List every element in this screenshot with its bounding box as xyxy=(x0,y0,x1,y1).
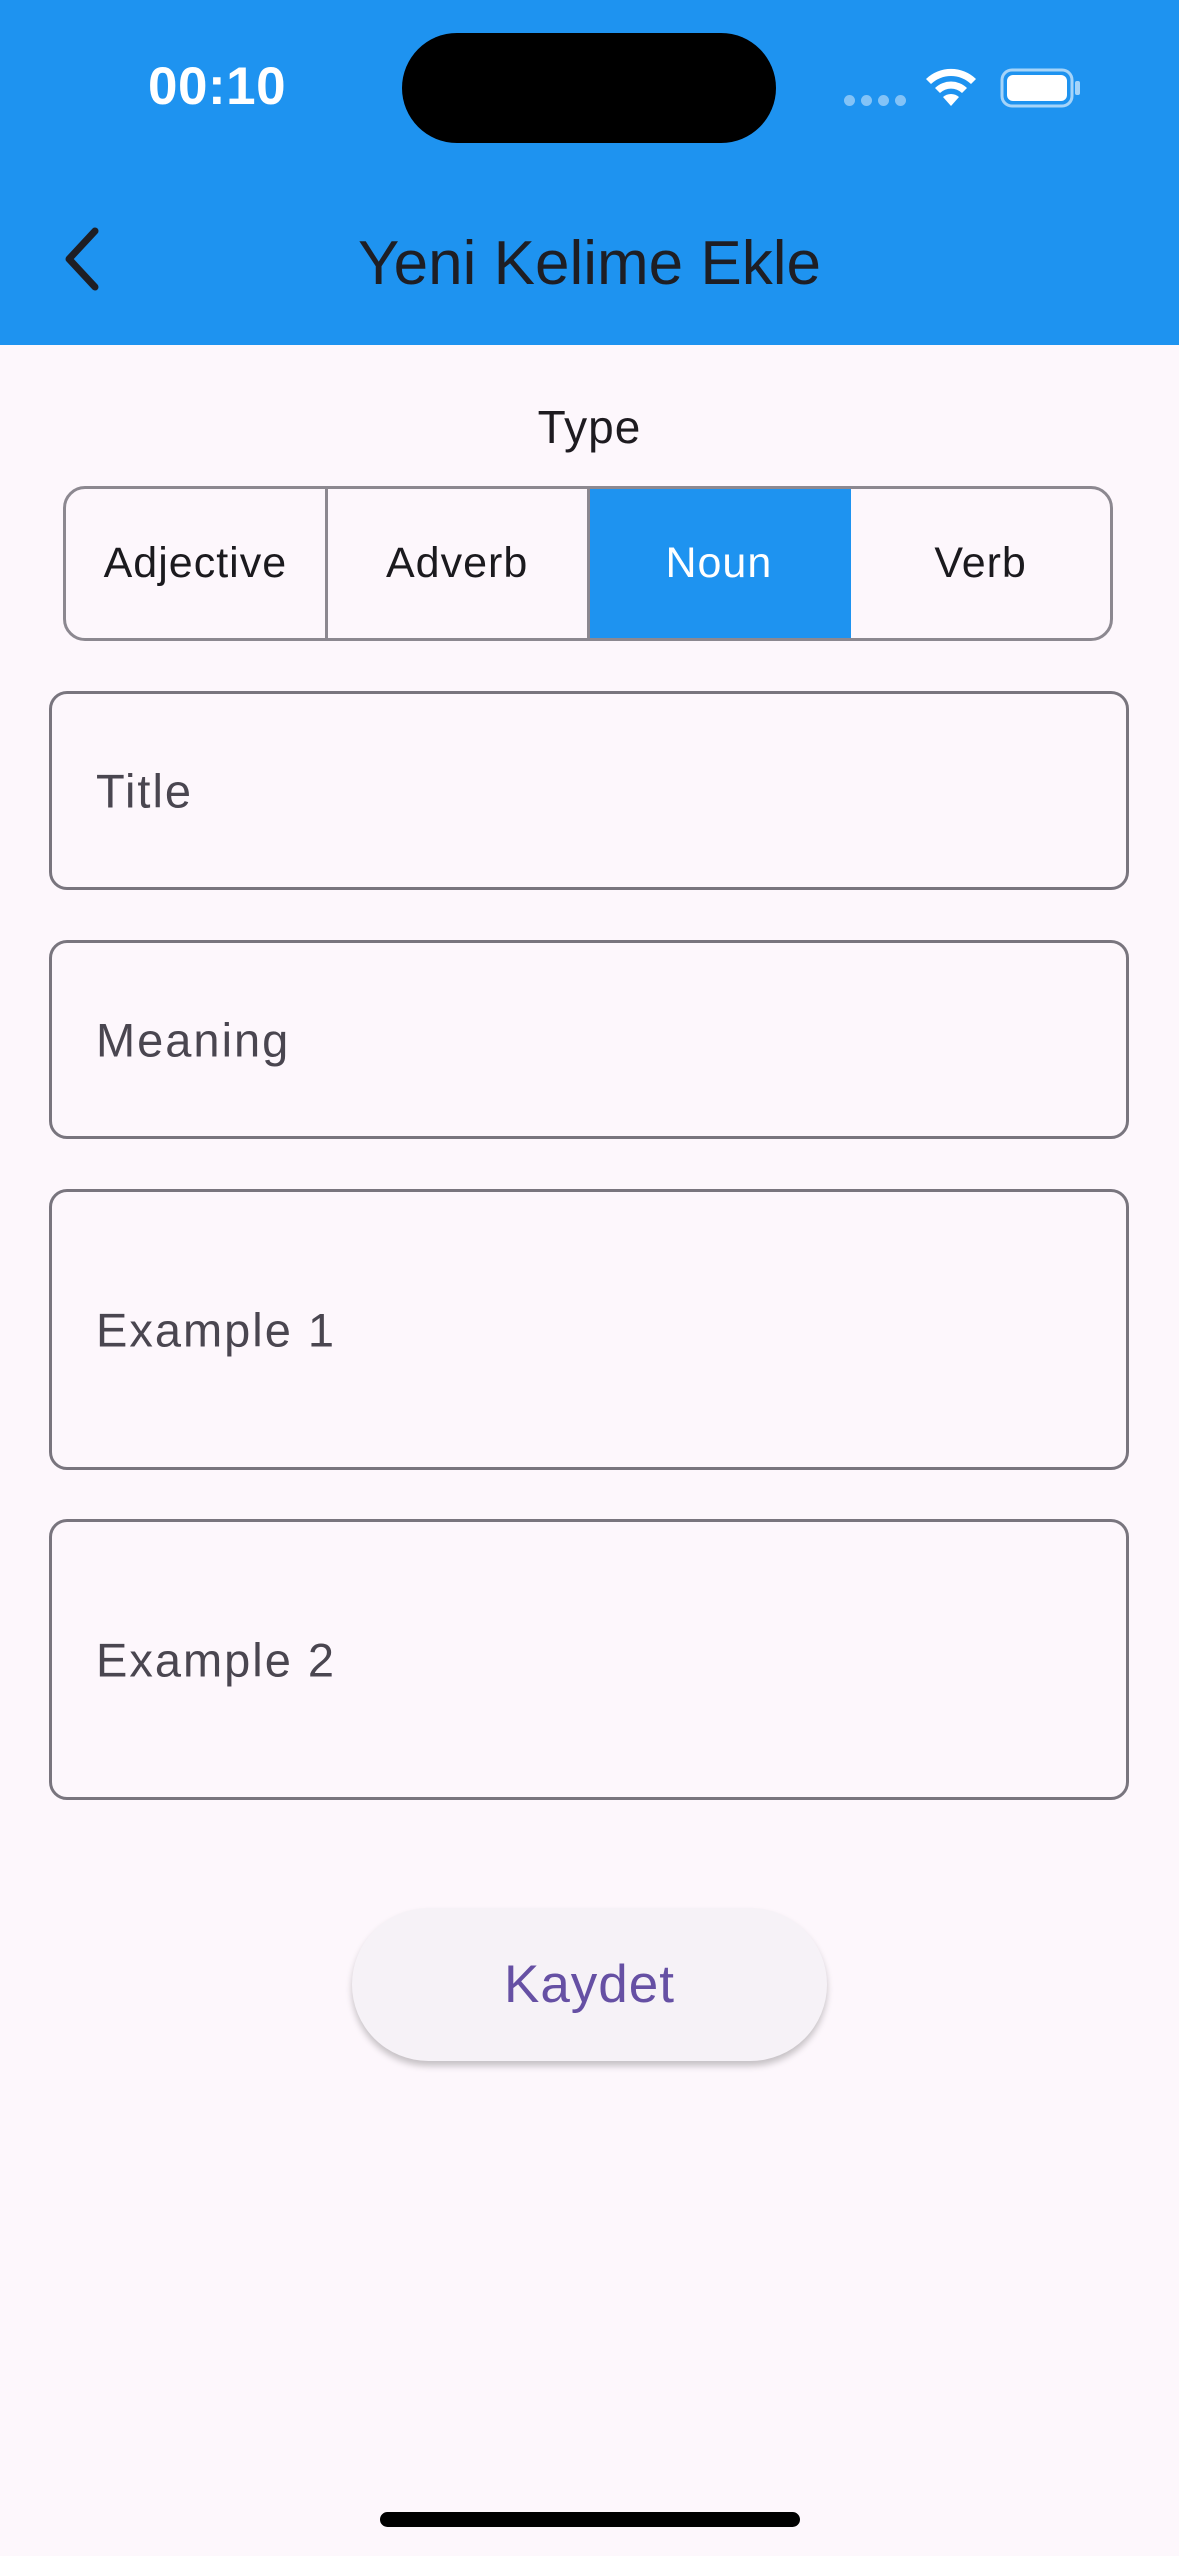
type-label: Type xyxy=(537,401,642,453)
signal-icon xyxy=(844,95,906,106)
title-field[interactable]: Title xyxy=(49,691,1129,890)
battery-icon xyxy=(1000,68,1080,108)
status-time: 00:10 xyxy=(148,57,287,116)
title-placeholder: Title xyxy=(96,764,194,817)
meaning-field[interactable]: Meaning xyxy=(49,940,1129,1139)
dynamic-island xyxy=(402,33,776,143)
app-bar: 00:10 Yeni Kelime Ekle xyxy=(0,0,1179,345)
meaning-placeholder: Meaning xyxy=(96,1013,291,1066)
example-1-placeholder: Example 1 xyxy=(96,1303,337,1356)
example-1-field[interactable]: Example 1 xyxy=(49,1189,1129,1470)
example-2-field[interactable]: Example 2 xyxy=(49,1519,1129,1800)
type-option-verb[interactable]: Verb xyxy=(851,489,1110,638)
example-2-placeholder: Example 2 xyxy=(96,1633,337,1686)
save-button[interactable]: Kaydet xyxy=(352,1908,827,2061)
type-option-adjective[interactable]: Adjective xyxy=(66,489,328,638)
home-indicator[interactable] xyxy=(380,2512,800,2527)
page-title: Yeni Kelime Ekle xyxy=(358,229,821,298)
wifi-icon xyxy=(926,68,976,106)
type-option-noun[interactable]: Noun xyxy=(589,489,852,638)
type-segmented-control: Adjective Adverb Noun Verb xyxy=(63,486,1113,641)
type-option-adverb[interactable]: Adverb xyxy=(328,489,590,638)
